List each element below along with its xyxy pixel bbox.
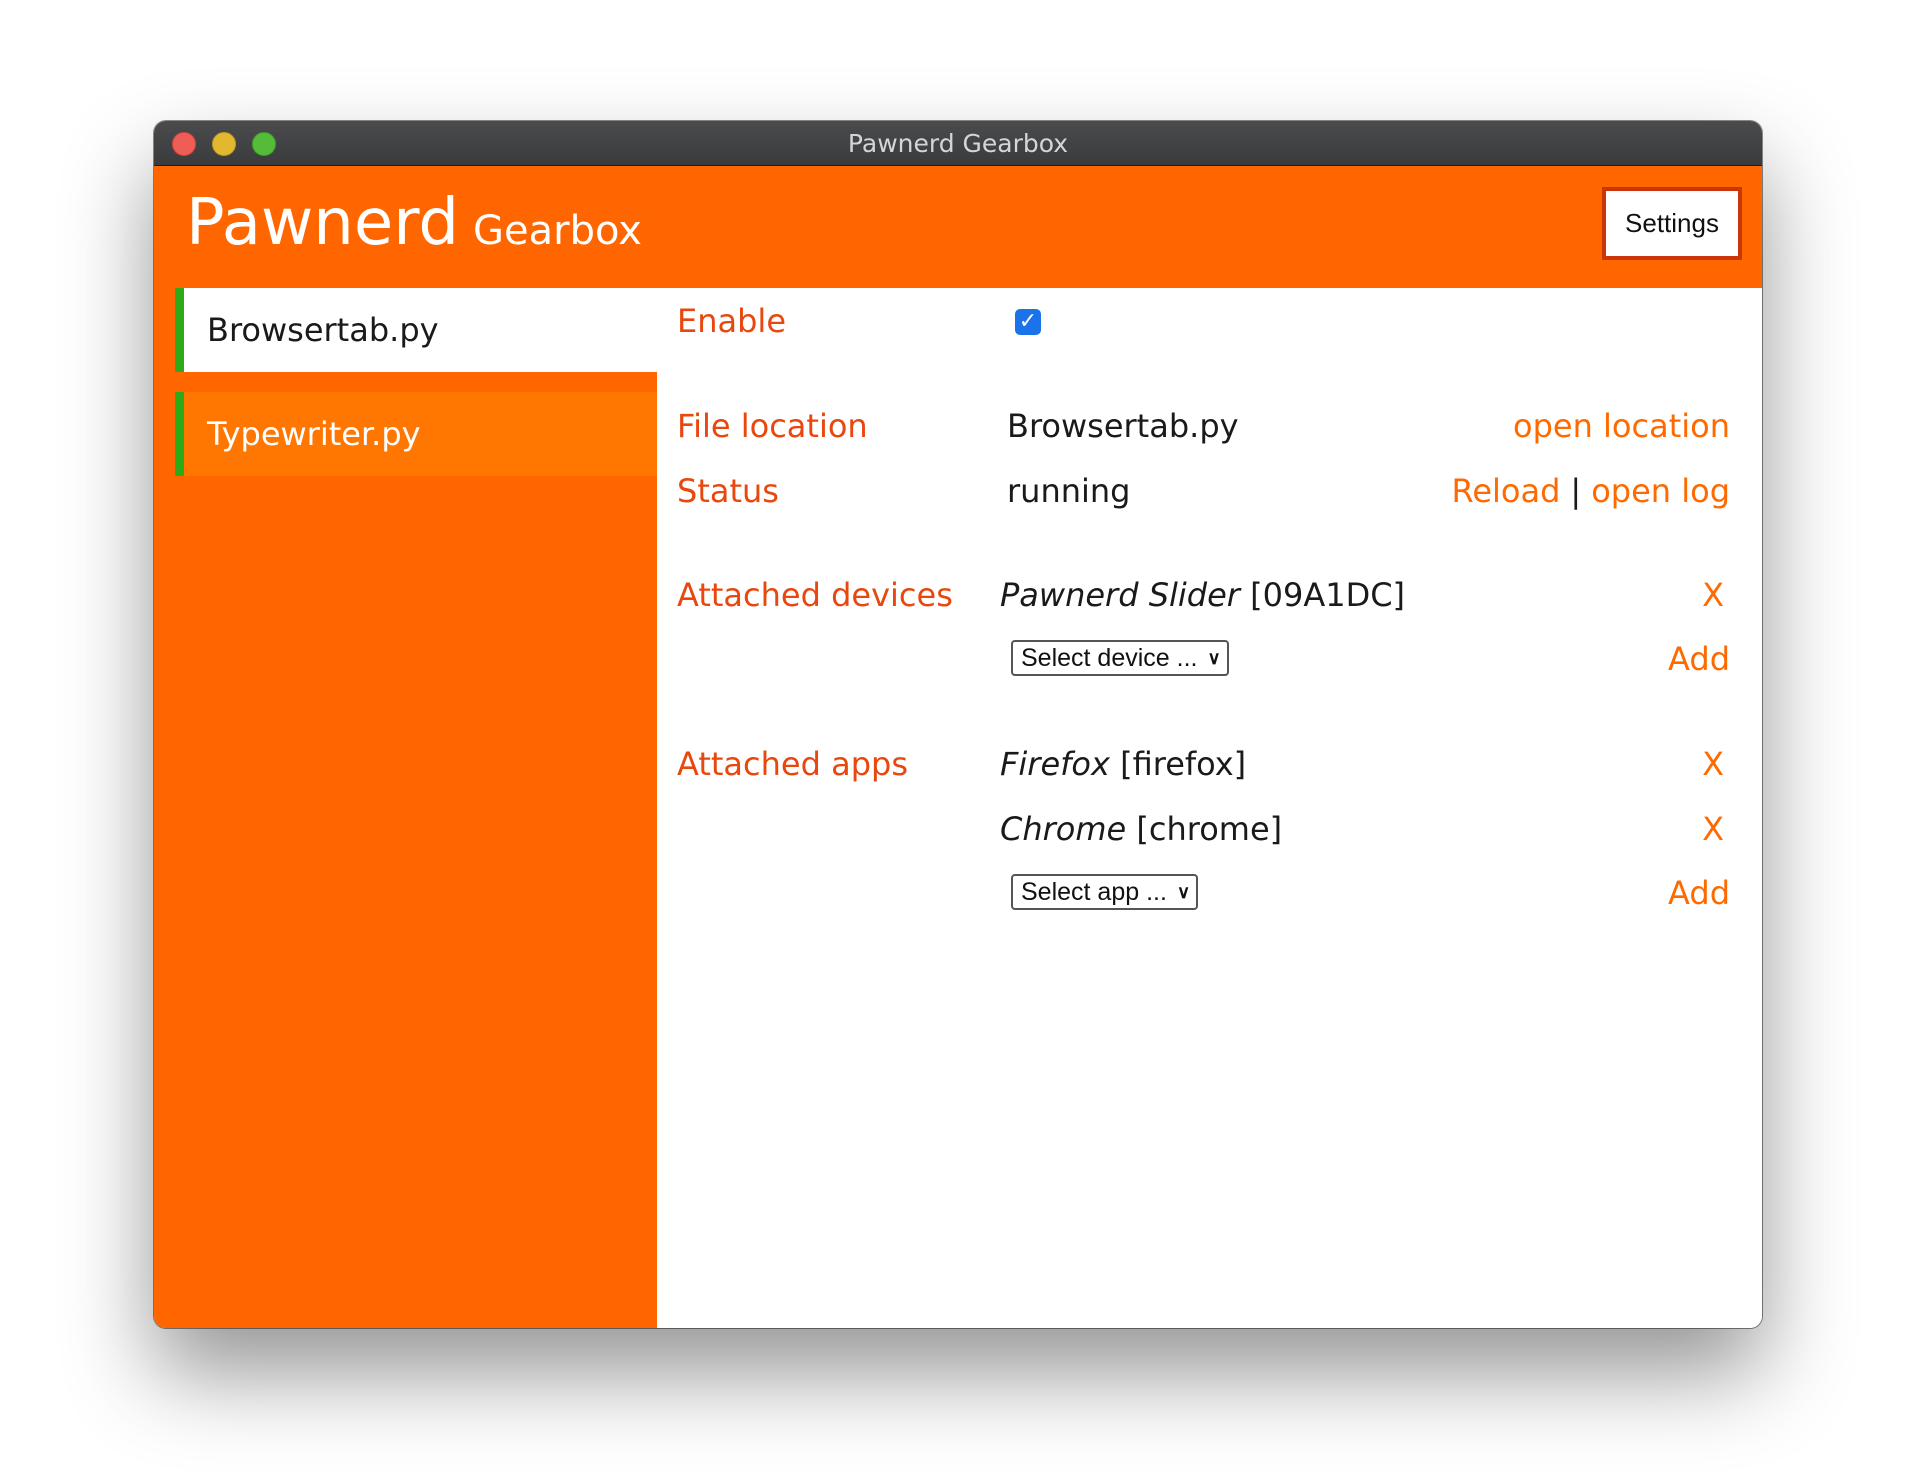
device-entry: Pawnerd Slider [09A1DC] (1000, 570, 1405, 620)
remove-app-button[interactable]: X (1702, 739, 1724, 789)
attached-apps-label: Attached apps (677, 745, 908, 783)
script-details-panel: Enable ✓ File location Browsertab.py ope… (657, 288, 1762, 1328)
sidebar-item-browsertab[interactable]: Browsertab.py (175, 288, 657, 372)
brand-subtitle: Gearbox (473, 208, 642, 254)
app-id: [chrome] (1136, 810, 1283, 848)
app-header: Pawnerd Gearbox Settings (154, 166, 1762, 288)
sidebar: Browsertab.py Typewriter.py (154, 288, 657, 1328)
app-select-value: Select app ... (1021, 877, 1167, 906)
app-select[interactable]: Select app ... ∨ (1011, 874, 1199, 910)
attached-devices-label: Attached devices (677, 576, 953, 614)
add-app-row: Select app ... ∨ Add (657, 868, 1762, 918)
remove-device-button[interactable]: X (1702, 570, 1724, 620)
enable-row: Enable ✓ (657, 296, 1762, 346)
app-id: [firefox] (1120, 745, 1247, 783)
app-entry: Firefox [firefox] (1000, 739, 1246, 789)
add-device-row: Select device ... ∨ Add (657, 634, 1762, 684)
enable-checkbox[interactable]: ✓ (1015, 309, 1041, 335)
app-row-firefox: Attached apps Firefox [firefox] X (657, 739, 1762, 789)
brand-logo: Pawnerd Gearbox (186, 186, 642, 260)
sidebar-item-typewriter[interactable]: Typewriter.py (175, 392, 657, 476)
device-select-value: Select device ... (1021, 643, 1198, 672)
file-location-row: File location Browsertab.py open locatio… (657, 401, 1762, 451)
enable-label: Enable (677, 302, 786, 340)
device-name: Pawnerd Slider (1000, 576, 1240, 614)
sidebar-item-label: Typewriter.py (207, 415, 421, 453)
status-value: running (1007, 472, 1131, 510)
file-location-label: File location (677, 407, 868, 445)
chevron-down-icon: ∨ (1207, 647, 1221, 668)
app-name: Chrome (1000, 810, 1127, 848)
file-location-value: Browsertab.py (1007, 407, 1239, 445)
status-actions: Reload | open log (1452, 466, 1730, 516)
open-log-link[interactable]: open log (1591, 472, 1730, 510)
window-title: Pawnerd Gearbox (847, 129, 1069, 158)
sidebar-item-label: Browsertab.py (207, 311, 439, 349)
action-separator: | (1570, 472, 1582, 510)
open-location-link[interactable]: open location (1513, 401, 1730, 451)
add-app-button[interactable]: Add (1668, 868, 1730, 918)
status-label: Status (677, 472, 779, 510)
app-entry: Chrome [chrome] (1000, 804, 1282, 854)
app-row-chrome: Chrome [chrome] X (657, 804, 1762, 854)
device-row: Attached devices Pawnerd Slider [09A1DC]… (657, 570, 1762, 620)
title-bar: Pawnerd Gearbox (154, 121, 1762, 166)
settings-button[interactable]: Settings (1602, 187, 1742, 260)
app-window: Pawnerd Gearbox Pawnerd Gearbox Settings … (154, 121, 1762, 1328)
status-row: Status running Reload | open log (657, 466, 1762, 516)
chevron-down-icon: ∨ (1176, 881, 1191, 902)
add-device-button[interactable]: Add (1668, 634, 1730, 684)
app-name: Firefox (1000, 745, 1110, 783)
reload-link[interactable]: Reload (1452, 472, 1561, 510)
remove-app-button[interactable]: X (1702, 804, 1724, 854)
device-id: [09A1DC] (1250, 576, 1406, 614)
brand-name: Pawnerd (186, 186, 460, 260)
device-select[interactable]: Select device ... ∨ (1011, 640, 1229, 676)
checkmark-icon: ✓ (1018, 309, 1038, 334)
